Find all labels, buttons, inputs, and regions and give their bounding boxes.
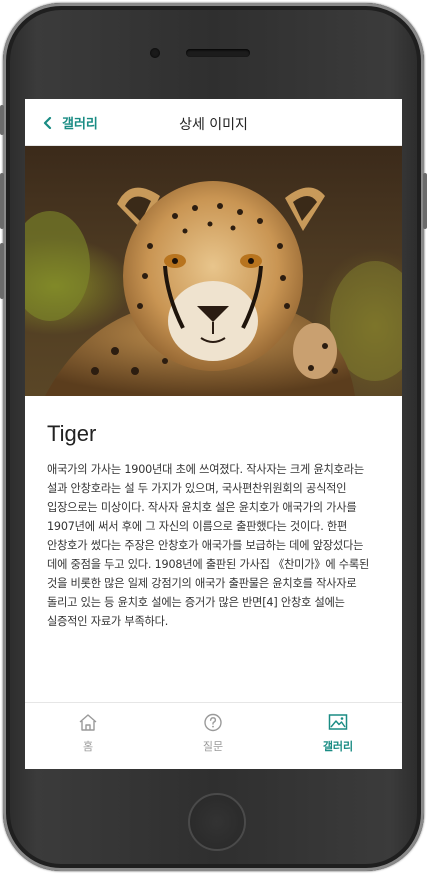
- article-body: 애국가의 가사는 1900년대 초에 쓰여졌다. 작사자는 크게 윤치호라는 설…: [47, 463, 370, 628]
- bottom-tab-bar: 홈 질문 갤러리: [25, 702, 402, 769]
- home-hardware-button[interactable]: [188, 793, 246, 851]
- article-title: Tiger: [47, 421, 97, 446]
- home-icon: [79, 714, 97, 731]
- tab-gallery-label: 갤러리: [322, 740, 354, 753]
- page-title: 상세 이미지: [179, 117, 248, 133]
- gallery-image-icon: [328, 714, 348, 730]
- volume-down-button: [0, 243, 4, 299]
- earpiece-speaker: [186, 49, 250, 57]
- volume-up-button: [0, 105, 4, 135]
- front-camera: [150, 48, 160, 58]
- tab-question-label: 질문: [202, 740, 224, 753]
- question-circle-icon: [204, 713, 222, 732]
- tab-home[interactable]: 홈: [48, 713, 128, 754]
- cheetah-photo: [25, 181, 402, 396]
- hero-image: [25, 146, 402, 396]
- app-screen: 갤러리 상세 이미지 Tiger 애국가의 가사는 1900년대 초에 쓰여졌다…: [25, 99, 402, 769]
- tab-gallery[interactable]: 갤러리: [298, 713, 378, 754]
- top-navigation-bar: 갤러리 상세 이미지: [25, 99, 402, 146]
- tab-home-label: 홈: [82, 740, 94, 753]
- tab-question[interactable]: 질문: [173, 713, 253, 754]
- power-button: [423, 173, 427, 229]
- volume-silent-button: [0, 173, 4, 229]
